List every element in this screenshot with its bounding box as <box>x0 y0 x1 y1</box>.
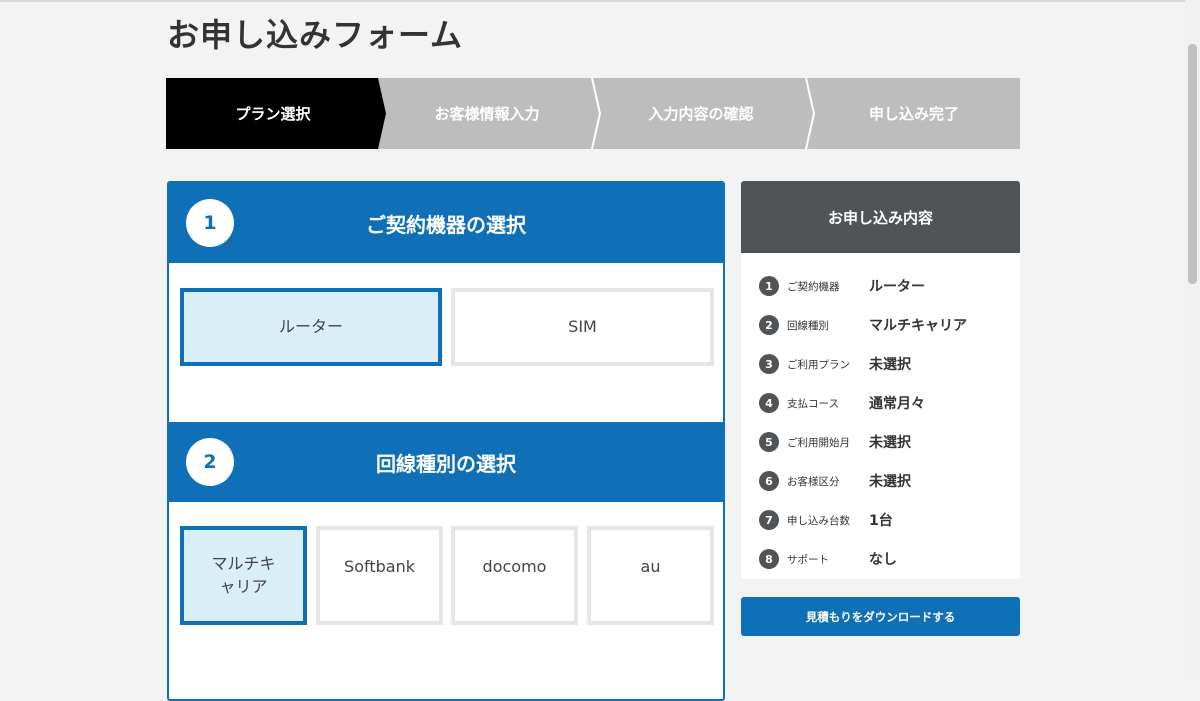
option-router[interactable]: ルーター <box>180 288 442 366</box>
summary-number-badge: 8 <box>759 549 779 569</box>
summary-row-plan: 3 ご利用プラン 未選択 <box>759 353 911 375</box>
progress-steps: プラン選択 お客様情報入力 入力内容の確認 申し込み完了 <box>166 78 1020 149</box>
section-title-device: ご契約機器の選択 <box>366 212 526 237</box>
option-docomo[interactable]: docomo <box>451 526 578 625</box>
summary-value: 1台 <box>869 513 893 529</box>
summary-label: 申し込み台数 <box>787 514 850 527</box>
summary-label: サポート <box>787 553 829 566</box>
summary-label: 支払コース <box>787 397 839 410</box>
summary-title: お申し込み内容 <box>741 181 1020 253</box>
option-label: docomo <box>482 557 547 576</box>
summary-value: マルチキャリア <box>869 318 967 334</box>
scrollbar-thumb[interactable] <box>1188 44 1197 284</box>
summary-label: ご契約機器 <box>787 280 840 293</box>
section-header-device: 1 ご契約機器の選択 <box>169 183 723 263</box>
summary-value: 通常月々 <box>869 396 925 412</box>
summary-number-badge: 6 <box>759 471 779 491</box>
summary-number-badge: 5 <box>759 432 779 452</box>
step-plan-selection: プラン選択 <box>235 105 311 123</box>
page-title: お申し込みフォーム <box>167 16 464 54</box>
summary-row-quantity: 7 申し込み台数 1台 <box>759 509 893 531</box>
summary-value: ルーター <box>869 279 925 295</box>
summary-value: 未選択 <box>869 435 911 451</box>
summary-number-badge: 2 <box>759 315 779 335</box>
vertical-scrollbar[interactable] <box>1185 0 1200 682</box>
section-header-line-type: 2 回線種別の選択 <box>169 422 723 502</box>
summary-row-device: 1 ご契約機器 ルーター <box>759 275 925 297</box>
option-au[interactable]: au <box>587 526 714 625</box>
summary-row-start-month: 5 ご利用開始月 未選択 <box>759 431 911 453</box>
summary-label: ご利用プラン <box>787 358 850 371</box>
option-sim[interactable]: SIM <box>451 288 714 366</box>
option-label: マルチキ ャリア <box>211 554 276 596</box>
summary-row-payment: 4 支払コース 通常月々 <box>759 392 925 414</box>
download-estimate-button[interactable]: 見積もりをダウンロードする <box>741 597 1020 636</box>
section-title-line-type: 回線種別の選択 <box>376 451 516 476</box>
step-customer-info: お客様情報入力 <box>434 105 540 123</box>
step-confirm: 入力内容の確認 <box>648 105 754 123</box>
summary-number-badge: 7 <box>759 510 779 530</box>
summary-label: 回線種別 <box>787 319 829 332</box>
summary-value: 未選択 <box>869 474 911 490</box>
step-complete: 申し込み完了 <box>868 105 959 123</box>
option-label: Softbank <box>344 557 415 576</box>
summary-row-support: 8 サポート なし <box>759 548 897 570</box>
order-summary-panel: お申し込み内容 1 ご契約機器 ルーター 2 回線種別 マルチキャリア 3 ご利… <box>741 181 1020 579</box>
summary-number-badge: 3 <box>759 354 779 374</box>
summary-value: なし <box>869 552 897 568</box>
window-top-edge <box>0 0 1200 2</box>
summary-row-customer-type: 6 お客様区分 未選択 <box>759 470 911 492</box>
summary-row-line-type: 2 回線種別 マルチキャリア <box>759 314 967 336</box>
option-label: au <box>640 557 661 576</box>
option-multi-carrier[interactable]: マルチキ ャリア <box>180 526 307 625</box>
summary-label: お客様区分 <box>787 475 840 488</box>
option-softbank[interactable]: Softbank <box>316 526 443 625</box>
option-label: ルーター <box>278 316 343 336</box>
option-label: SIM <box>568 316 597 336</box>
summary-number-badge: 4 <box>759 393 779 413</box>
summary-label: ご利用開始月 <box>787 436 850 449</box>
selection-panel: 1 ご契約機器の選択 ルーター SIM 2 回線種別の選択 マルチキ ャリア So… <box>167 181 725 701</box>
summary-number-badge: 1 <box>759 276 779 296</box>
summary-value: 未選択 <box>869 357 911 373</box>
